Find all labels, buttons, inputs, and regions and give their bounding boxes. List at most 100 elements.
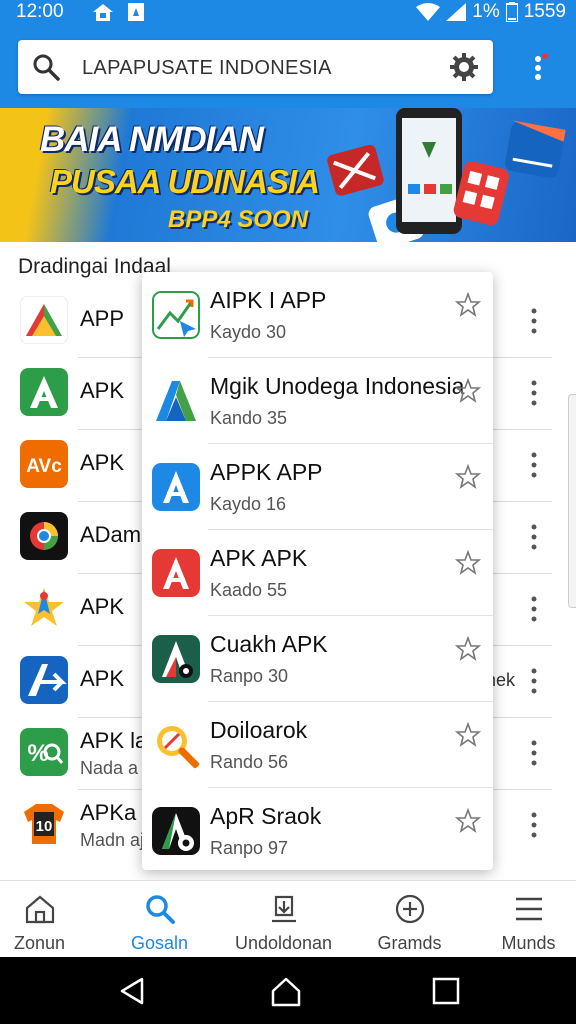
app-name: APK xyxy=(80,666,125,691)
battery-percent: 1% xyxy=(472,1,500,22)
wifi-icon xyxy=(416,3,441,21)
more-vert-icon[interactable] xyxy=(526,450,542,480)
suggestion-subtitle: Rando 56 xyxy=(210,752,289,772)
colorful-a-app-icon xyxy=(156,381,196,421)
suggestion-item[interactable]: ApR Sraok Ranpo 97 xyxy=(142,788,493,874)
nav-item-menu[interactable]: Munds xyxy=(471,881,576,958)
status-notifications xyxy=(92,2,146,22)
dark-a-gear-app-icon xyxy=(152,635,200,683)
svg-text:AVc: AVc xyxy=(26,456,62,477)
nav-item-downloads[interactable]: Undoldonan xyxy=(226,881,341,958)
overflow-menu-icon[interactable] xyxy=(528,54,548,84)
app-icon xyxy=(20,368,68,416)
status-extra: 1559 xyxy=(523,1,566,22)
home-button-icon[interactable] xyxy=(270,975,302,1007)
suggestion-title: Mgik Unodega Indonesia xyxy=(210,373,465,399)
suggestion-icon xyxy=(152,721,200,769)
system-navigation-bar xyxy=(0,957,576,1024)
star-outline-icon[interactable] xyxy=(455,722,481,748)
app-name: APK xyxy=(80,594,125,619)
home-icon xyxy=(25,895,54,924)
nav-label: Undoldonan xyxy=(234,933,333,953)
suggestion-subtitle: Kando 35 xyxy=(210,408,288,428)
more-vert-icon[interactable] xyxy=(526,306,542,336)
jersey-app-icon: 10 xyxy=(24,804,64,844)
more-vert-icon[interactable] xyxy=(526,810,542,840)
red-a-app-icon xyxy=(152,549,200,597)
suggestion-item[interactable]: AIPK I APP Kaydo 30 xyxy=(142,272,493,358)
star-pin-app-icon xyxy=(24,588,64,626)
suggestion-icon xyxy=(152,463,200,511)
suggestion-icon xyxy=(152,291,200,339)
suggestion-subtitle: Ranpo 30 xyxy=(210,666,289,686)
banner-subheadline: PUSAA UDINASIA xyxy=(50,163,320,200)
nav-item-search[interactable]: Gosaln xyxy=(102,881,217,958)
app-icon xyxy=(20,296,68,344)
more-vert-icon[interactable] xyxy=(526,666,542,696)
status-right: 1% 1559 xyxy=(416,1,566,23)
star-outline-icon[interactable] xyxy=(455,636,481,662)
store-notification-icon xyxy=(128,3,144,21)
app-name: APKa l xyxy=(80,800,148,825)
back-icon[interactable] xyxy=(116,975,148,1007)
app-subtitle: Nada a xyxy=(80,758,139,778)
suggestion-item[interactable]: APK APK Kaado 55 xyxy=(142,530,493,616)
magnifier-app-icon xyxy=(157,726,200,769)
star-outline-icon[interactable] xyxy=(455,292,481,318)
suggestion-title: ApR Sraok xyxy=(210,803,322,829)
suggestion-item[interactable]: Cuakh APK Ranpo 30 xyxy=(142,616,493,702)
star-outline-icon[interactable] xyxy=(455,464,481,490)
search-suggestions-popup: AIPK I APP Kaydo 30 Mgik Unodega Indones… xyxy=(142,272,493,870)
suggestion-item[interactable]: APPK APP Kaydo 16 xyxy=(142,444,493,530)
app-subtitle: Madn aj xyxy=(80,830,145,850)
nav-item-games[interactable]: Gramds xyxy=(352,881,467,958)
more-vert-icon[interactable] xyxy=(526,738,542,768)
suggestion-icon xyxy=(152,807,200,855)
home-notification-icon xyxy=(93,4,113,21)
search-icon xyxy=(145,895,175,924)
nav-label: Zonun xyxy=(13,933,66,953)
suggestion-item[interactable]: Doiloarok Rando 56 xyxy=(142,702,493,788)
circle-app-icon xyxy=(20,512,68,560)
battery-icon xyxy=(505,2,518,22)
bottom-navigation: Zonun Gosaln Undoldonan Gramds Munds xyxy=(0,880,576,957)
more-vert-icon[interactable] xyxy=(526,378,542,408)
app-icon: AVc xyxy=(20,440,68,488)
app-icon xyxy=(20,656,68,704)
suggestion-subtitle: Kaydo 30 xyxy=(210,322,287,342)
app-icon xyxy=(20,512,68,560)
suggestion-icon xyxy=(152,549,200,597)
suggestion-title: APPK APP xyxy=(210,459,323,485)
nav-label: Gosaln xyxy=(130,933,189,953)
search-input[interactable]: LAPAPUSATE INDONESIA xyxy=(82,57,332,80)
more-vert-icon[interactable] xyxy=(526,594,542,624)
star-outline-icon[interactable] xyxy=(455,378,481,404)
more-vert-icon[interactable] xyxy=(526,522,542,552)
search-bar[interactable]: LAPAPUSATE INDONESIA xyxy=(18,40,493,94)
green-a-app-icon xyxy=(20,368,68,416)
settings-gear-icon[interactable] xyxy=(449,52,479,82)
recents-icon[interactable] xyxy=(430,975,462,1007)
app-name: APK xyxy=(80,450,125,475)
promo-banner[interactable]: BAIA NMDIAN PUSAA UDINASIA BPP4 SOON xyxy=(0,108,576,242)
nav-item-home[interactable]: Zonun xyxy=(0,881,97,958)
banner-phone-illustration xyxy=(327,108,566,242)
star-outline-icon[interactable] xyxy=(455,550,481,576)
avc-app-icon: AVc xyxy=(20,440,68,488)
app-icon: 10 xyxy=(20,800,68,848)
suggestion-title: AIPK I APP xyxy=(210,287,327,313)
search-icon xyxy=(33,54,60,81)
suggestion-item[interactable]: Mgik Unodega Indonesia Kando 35 xyxy=(142,358,493,444)
app-icon: % xyxy=(20,728,68,776)
blue-a-app-icon xyxy=(152,463,200,511)
app-header: LAPAPUSATE INDONESIA xyxy=(0,26,576,108)
app-screen: 12:00 1% 1559 LAPAPUSATE INDONESIA BAIA … xyxy=(0,0,576,1024)
scroll-handle[interactable] xyxy=(568,394,576,608)
black-a-gear-app-icon xyxy=(152,807,200,855)
status-bar: 12:00 1% 1559 xyxy=(0,0,576,26)
signal-icon xyxy=(446,3,467,21)
triangle-app-icon xyxy=(20,296,68,344)
suggestion-subtitle: Kaydo 16 xyxy=(210,494,287,514)
star-outline-icon[interactable] xyxy=(455,808,481,834)
banner-tagline: BPP4 SOON xyxy=(168,206,309,233)
